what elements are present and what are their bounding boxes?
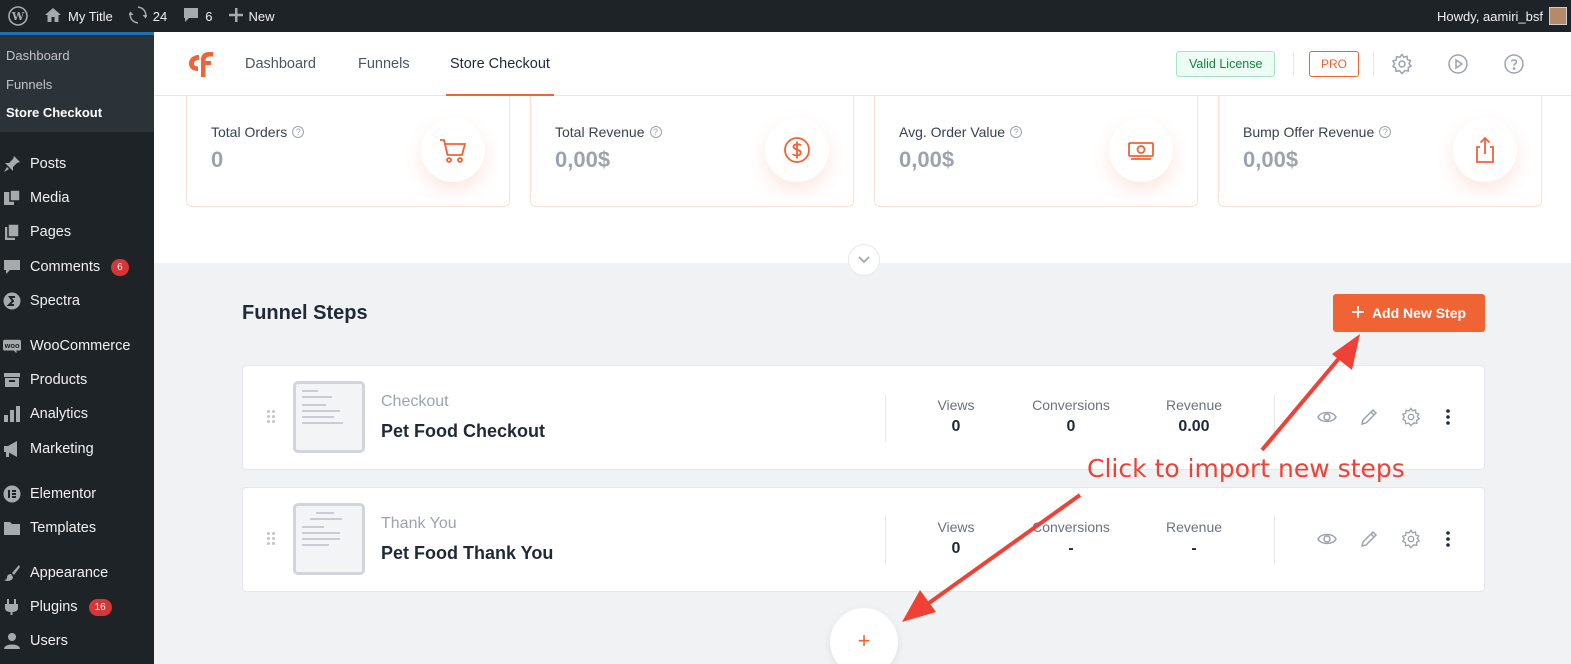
annotation-arrows (902, 334, 1360, 622)
annotation-text: Click to import new steps (1087, 454, 1405, 483)
arrow-to-plus-button (902, 493, 1082, 622)
arrow-to-add-button (1260, 334, 1360, 452)
